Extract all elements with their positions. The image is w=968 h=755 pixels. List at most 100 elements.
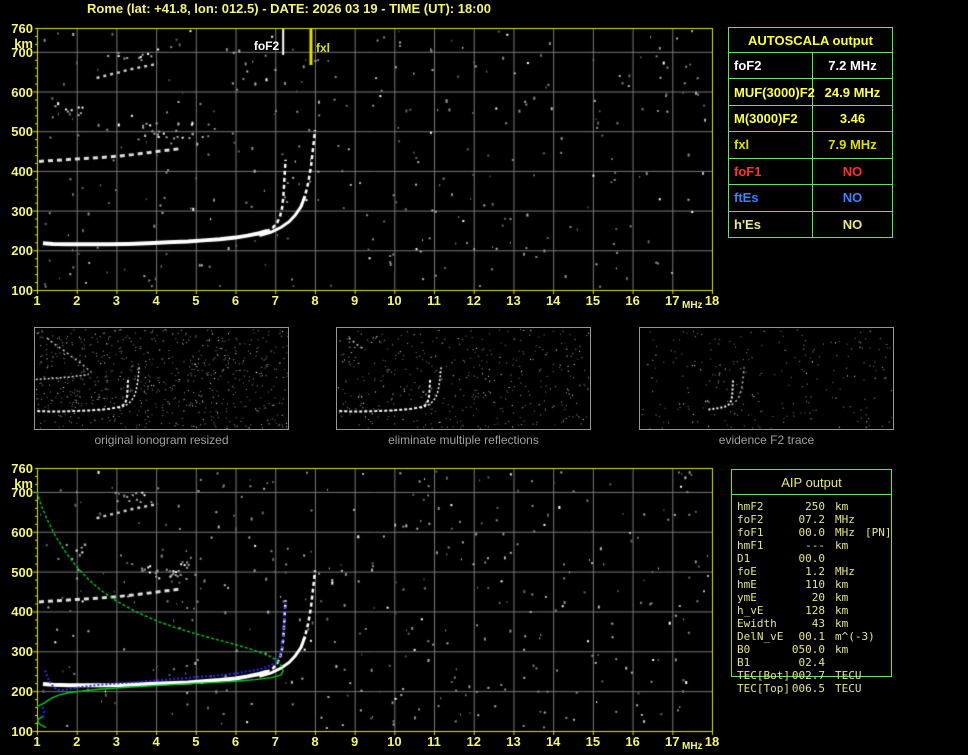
autoscala-row: M(3000)F2 3.46 — [729, 105, 892, 133]
autoscala-param-label: foF2 — [729, 53, 813, 79]
aip-row: ymE 20 km — [737, 591, 865, 604]
aip-row: TEC[Top] 006.5 TECU — [737, 682, 865, 695]
autoscala-row: ftEs NO — [729, 185, 892, 212]
aip-param-value: 002.7 — [791, 669, 825, 682]
aip-param-unit: km — [835, 591, 849, 604]
autoscala-output-table: AUTOSCALA output foF2 7.2 MHz MUF(3000)F2 2… — [728, 27, 893, 238]
x-axis-unit: MHz — [682, 741, 703, 752]
aip-param-label: ymE — [737, 591, 757, 604]
autoscala-param-value: NO — [842, 190, 863, 206]
autoscala-row: MUF(3000)F2 24.9 MHz — [729, 79, 892, 106]
y-tick-label: 400 — [11, 163, 33, 179]
y-tick-label: 200 — [11, 243, 33, 259]
autoscala-param-label: foF1 — [729, 158, 813, 185]
autoscala-row: h'Es NO — [729, 211, 892, 237]
aip-param-label: D1 — [737, 552, 751, 565]
x-tick-label: 2 — [73, 734, 81, 749]
autoscala-param-label: MUF(3000)F2 — [729, 79, 815, 105]
aip-param-value: 20 — [811, 591, 825, 604]
thumbnail-eliminate-reflections — [336, 327, 591, 430]
x-tick-label: 14 — [545, 734, 561, 749]
aip-row: DelN_vE 00.1 m^(-3) — [737, 630, 875, 643]
x-tick-label: 2 — [73, 293, 81, 308]
autoscala-rows: foF2 7.2 MHz MUF(3000)F2 24.9 MHz M(3000)F2 3… — [729, 53, 892, 237]
y-tick-label: 300 — [11, 203, 33, 219]
x-tick-label: 7 — [271, 734, 279, 749]
autoscala-param-label: M(3000)F2 — [729, 105, 813, 132]
aip-row: Ewidth 43 km — [737, 617, 865, 630]
aip-row: TEC[Bot] 002.7 TECU — [737, 669, 865, 682]
thumbnail-caption: eliminate multiple reflections — [388, 433, 539, 447]
x-tick-label: 15 — [585, 293, 601, 308]
x-tick-label: 18 — [704, 293, 720, 308]
x-tick-label: 18 — [704, 734, 720, 749]
aip-row: D1 00.0 — [737, 552, 865, 565]
aip-param-unit: MHz — [835, 565, 855, 578]
aip-row: foF2 07.2 MHz — [737, 513, 865, 526]
aip-param-label: foE — [737, 565, 757, 578]
aip-row: hmF1 --- km — [737, 539, 865, 552]
thumbnail-original-ionogram — [34, 327, 289, 430]
aip-row: foE 1.2 MHz — [737, 565, 865, 578]
aip-header: AIP output — [732, 470, 891, 495]
y-tick-label: 300 — [11, 644, 33, 660]
aip-param-unit: km — [835, 604, 849, 617]
y-tick-label: 760 — [11, 461, 33, 476]
x-tick-label: 11 — [427, 734, 441, 749]
autoscala-param-label: ftEs — [729, 185, 813, 211]
x-tick-label: 8 — [311, 293, 319, 308]
x-tick-label: 5 — [192, 734, 200, 749]
aip-param-note: [PN] — [865, 526, 892, 539]
thumbnail-caption: evidence F2 trace — [718, 433, 815, 447]
autoscala-param-value: 24.9 MHz — [824, 84, 881, 100]
aip-param-label: hmF1 — [737, 539, 764, 552]
aip-param-unit — [835, 552, 865, 565]
aip-param-unit: km — [835, 578, 849, 591]
aip-param-unit — [835, 656, 865, 669]
autoscala-param-label: h'Es — [729, 211, 813, 237]
aip-param-value: 00.1 — [798, 630, 826, 643]
x-tick-label: 11 — [427, 293, 441, 308]
aip-param-value: 00.0 — [798, 552, 826, 565]
thumbnail-evidence-f2-trace — [639, 327, 894, 430]
aip-param-value: 43 — [811, 617, 825, 630]
y-tick-label: 600 — [11, 84, 33, 100]
aip-param-unit: km — [835, 617, 849, 630]
x-tick-label: 6 — [231, 734, 240, 749]
aip-param-unit: km — [835, 500, 849, 513]
x-axis-unit: MHz — [682, 300, 703, 311]
x-tick-label: 17 — [665, 293, 680, 308]
autoscala-param-value: NO — [842, 216, 863, 232]
x-tick-label: 10 — [387, 734, 402, 749]
station-date-title: Rome (lat: +41.8, lon: 012.5) - DATE: 20… — [87, 1, 491, 16]
aip-param-value: 128 — [805, 604, 825, 617]
aip-param-value: 250 — [805, 500, 825, 513]
y-axis-unit: km — [14, 36, 33, 51]
x-tick-label: 4 — [152, 293, 160, 308]
x-tick-label: 1 — [33, 293, 41, 308]
aip-param-label: foF1 — [737, 526, 764, 539]
y-tick-label: 600 — [11, 524, 33, 540]
x-tick-label: 5 — [192, 293, 200, 308]
aip-param-label: B0 — [737, 643, 751, 656]
x-tick-label: 4 — [152, 734, 160, 749]
x-tick-label: 3 — [112, 734, 121, 749]
y-tick-label: 500 — [11, 564, 33, 580]
aip-param-value: --- — [805, 539, 825, 552]
aip-param-label: TEC[Top] — [737, 682, 790, 695]
y-tick-label: 400 — [11, 604, 33, 620]
aip-param-value: 07.2 — [798, 513, 826, 526]
y-axis-unit: km — [14, 476, 33, 491]
aip-param-unit: TECU — [835, 669, 862, 682]
x-tick-label: 9 — [351, 293, 359, 308]
aip-param-value: 050.0 — [791, 643, 825, 656]
aip-param-label: foF2 — [737, 513, 764, 526]
aip-param-label: DelN_vE — [737, 630, 784, 643]
x-tick-label: 1 — [33, 734, 41, 749]
y-tick-label: 500 — [11, 124, 33, 140]
autoscala-row: fxl 7.9 MHz — [729, 132, 892, 159]
aip-param-unit: TECU — [835, 682, 862, 695]
aip-row: B0 050.0 km — [737, 643, 865, 656]
aip-row: h_vE 128 km — [737, 604, 865, 617]
autoscala-param-value: 7.2 MHz — [828, 58, 877, 74]
